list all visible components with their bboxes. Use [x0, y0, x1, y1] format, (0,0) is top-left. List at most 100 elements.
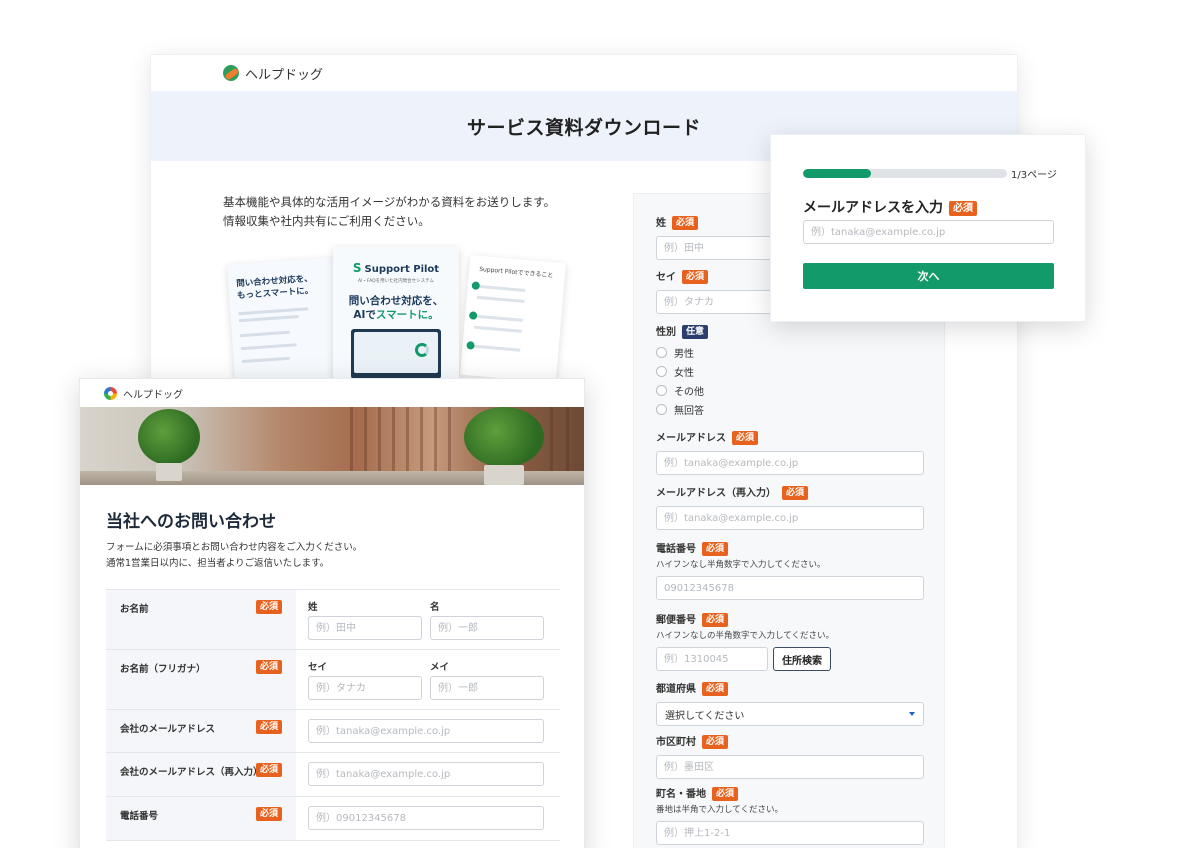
- field-label-text: メールアドレス: [656, 433, 726, 444]
- zip-input[interactable]: [656, 647, 768, 671]
- required-badge: 必須: [702, 542, 729, 556]
- required-badge: 必須: [782, 486, 809, 500]
- optional-badge: 任意: [682, 325, 709, 339]
- support-pilot-logo: S Support Pilot: [333, 261, 459, 275]
- page-indicator: 1/3ページ: [1011, 170, 1057, 181]
- first-name-kana-input[interactable]: [430, 676, 544, 700]
- sublabel-first-kana: メイ: [430, 662, 450, 673]
- field-label: 電話番号 必須: [656, 542, 926, 557]
- header-bar: ヘルプドッグ: [151, 55, 1017, 91]
- first-name-input[interactable]: [430, 616, 544, 640]
- required-badge: 必須: [702, 682, 729, 696]
- row-name: お名前 必須 姓 名: [106, 590, 560, 650]
- required-badge: 必須: [672, 216, 699, 230]
- laptop-illustration: [351, 329, 441, 379]
- brochure-headline: 問い合わせ対応を、 AIでスマートに。: [333, 294, 459, 322]
- pot-left: [156, 463, 182, 481]
- field-label-text: 電話番号: [656, 544, 696, 555]
- street-input[interactable]: [656, 821, 924, 845]
- brand-name: ヘルプドッグ: [245, 67, 324, 83]
- radio-icon[interactable]: [656, 404, 667, 415]
- gender-option-male[interactable]: 男性: [656, 346, 926, 360]
- brochure-headline-line1: 問い合わせ対応を、: [348, 295, 444, 307]
- address-search-button[interactable]: 住所検索: [773, 647, 831, 671]
- brochure-page-left: 問い合わせ対応を、 もっとスマートに。: [226, 257, 344, 385]
- email-step-popup: 1/3ページ メールアドレスを入力必須 次へ: [770, 134, 1086, 322]
- field-label-text: セイ: [656, 272, 676, 283]
- pot-right: [484, 465, 524, 485]
- plant-left: [138, 409, 200, 465]
- required-badge: 必須: [712, 787, 739, 801]
- brochure-headline-line2: AIでスマートに。: [333, 308, 459, 322]
- row-email-confirm: 会社のメールアドレス（再入力） 必須: [106, 753, 560, 797]
- brochure-page-right: Support Pilotでできること: [459, 255, 567, 383]
- company-email-input[interactable]: [308, 719, 544, 743]
- required-badge: 必須: [256, 763, 283, 777]
- text-line: [477, 284, 526, 292]
- donut-chart-icon: [415, 343, 429, 357]
- gender-option-no-answer[interactable]: 無回答: [656, 403, 926, 417]
- select-value: 選択してください: [665, 710, 745, 722]
- office-hero-image: [80, 407, 584, 485]
- popup-email-input[interactable]: [803, 220, 1054, 244]
- row-kana: お名前（フリガナ） 必須 セイ メイ: [106, 650, 560, 710]
- row-phone: 電話番号 必須: [106, 797, 560, 841]
- last-name-kana-input[interactable]: [308, 676, 422, 700]
- text-line: [238, 315, 299, 323]
- intro-line-1: 基本機能や具体的な活用イメージがわかる資料をお送りします。: [223, 195, 556, 209]
- feature-icon: [471, 281, 481, 290]
- field-label-text: 郵便番号: [656, 615, 696, 626]
- field-label: 郵便番号 必須: [656, 613, 926, 628]
- field-zip: 郵便番号必須 ハイフンなしの半角数字で入力してください。 住所検索: [656, 613, 926, 671]
- support-pilot-logo-text: Support Pilot: [364, 264, 440, 275]
- text-line: [241, 356, 290, 364]
- field-label: 町名・番地 必須: [656, 787, 926, 802]
- row-label-cell: 会社のメールアドレス 必須: [106, 710, 296, 752]
- required-badge: 必須: [702, 735, 729, 749]
- radio-icon[interactable]: [656, 385, 667, 396]
- phone-input[interactable]: [308, 806, 544, 830]
- field-label-text: 姓: [656, 218, 666, 229]
- last-name-input[interactable]: [308, 616, 422, 640]
- brochure-preview: 問い合わせ対応を、 もっとスマートに。 Support Pilotでできること …: [226, 247, 569, 387]
- gender-option-female[interactable]: 女性: [656, 365, 926, 379]
- company-email-confirm-input[interactable]: [308, 762, 544, 786]
- row-label: 会社のメールアドレス: [120, 724, 216, 735]
- radio-label: 男性: [674, 349, 694, 360]
- required-badge: 必須: [949, 201, 977, 216]
- row-email: 会社のメールアドレス 必須: [106, 710, 560, 753]
- desc-line-1: フォームに必須事項とお問い合わせ内容をご入力ください。: [106, 542, 363, 553]
- radio-icon[interactable]: [656, 366, 667, 377]
- radio-icon[interactable]: [656, 347, 667, 358]
- text-line: [239, 330, 290, 338]
- intro-line-2: 情報収集や社内共有にご利用ください。: [223, 214, 430, 228]
- brand-name: ヘルプドッグ: [123, 389, 183, 401]
- chevron-down-icon: [909, 712, 915, 716]
- field-label: 都道府県 必須: [656, 682, 926, 697]
- prefecture-select[interactable]: 選択してください: [656, 702, 924, 726]
- city-input[interactable]: [656, 755, 924, 779]
- progress-fill: [803, 169, 871, 178]
- helpdog-logo-icon: [223, 65, 239, 81]
- text-line: [472, 344, 521, 352]
- row-label: お名前（フリガナ）: [120, 664, 206, 675]
- email-confirm-input[interactable]: [656, 506, 924, 530]
- row-label: 会社のメールアドレス（再入力）: [120, 767, 263, 778]
- field-label-text: 都道府県: [656, 684, 696, 695]
- header-bar: ヘルプドッグ: [80, 379, 584, 407]
- sublabel-last: 姓: [308, 602, 318, 613]
- contact-description: フォームに必須事項とお問い合わせ内容をご入力ください。 通常1営業日以内に、担当…: [106, 540, 362, 572]
- gender-option-other[interactable]: その他: [656, 384, 926, 398]
- zip-row: 住所検索: [656, 647, 926, 671]
- headline-smart: スマートに。: [375, 309, 439, 321]
- email-input[interactable]: [656, 451, 924, 475]
- row-label: 電話番号: [120, 811, 159, 822]
- field-city: 市区町村 必須: [656, 735, 926, 779]
- next-button[interactable]: 次へ: [803, 263, 1054, 289]
- brochure-right-title: Support Pilotでできること: [478, 265, 554, 280]
- field-label: 性別 任意: [656, 325, 926, 340]
- brochure-subtitle: AI・FAQを用いた社内問合せシステム: [358, 279, 434, 284]
- phone-input[interactable]: [656, 576, 924, 600]
- required-badge: 必須: [256, 600, 283, 614]
- desc-line-2: 通常1営業日以内に、担当者よりご返信いたします。: [106, 558, 330, 569]
